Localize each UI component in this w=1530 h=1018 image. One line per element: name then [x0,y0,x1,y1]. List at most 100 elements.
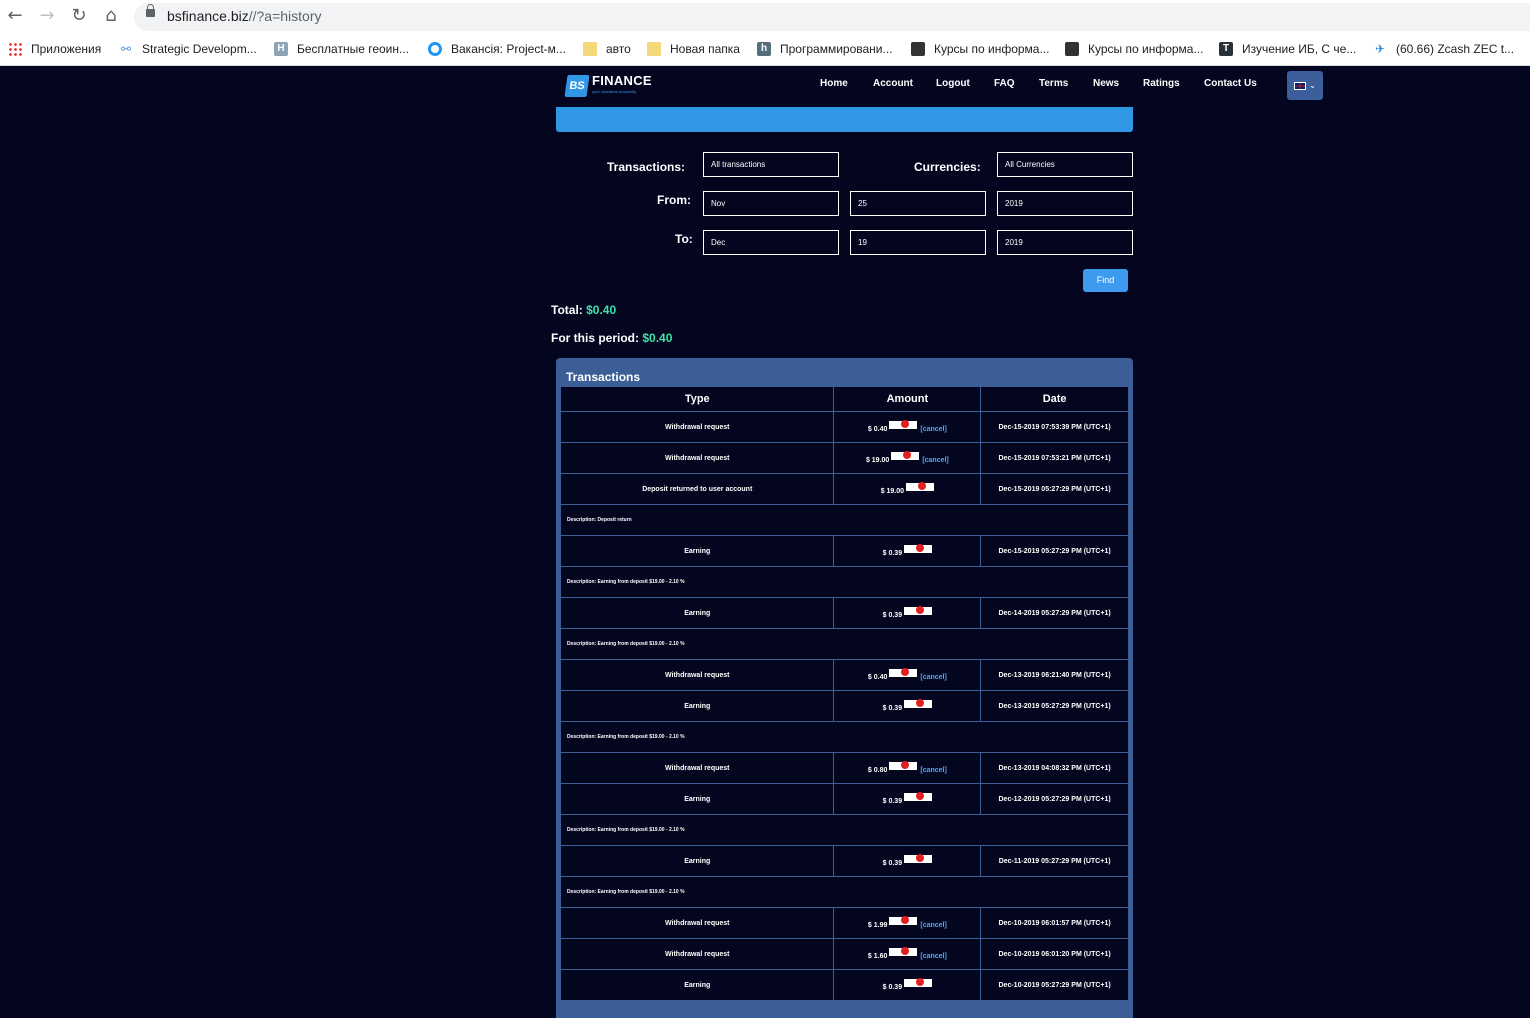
transaction-amount-cell: $ 0.39 [833,535,982,567]
transaction-type: Withdrawal request [559,659,835,691]
currencies-select[interactable]: All Currencies [997,152,1133,177]
description-row: Description: Earning from deposit $19.00… [560,876,1129,908]
table-row: Earning $ 0.39 Dec-10-2019 05:27:29 PM (UT… [559,969,1129,1001]
transaction-date: Dec-10-2019 06:01:57 PM (UTC+1) [980,907,1129,939]
nav-home[interactable]: Home [820,78,848,89]
perfect-money-icon [904,699,933,708]
column-header-amount: Amount [833,386,982,412]
reload-icon[interactable]: ↻ [68,5,90,27]
bookmark-apps[interactable]: Приложения [8,41,101,57]
cancel-link[interactable]: [cancel] [922,457,948,464]
cancel-link[interactable]: [cancel] [920,922,946,929]
perfect-money-icon [904,854,933,863]
to-year-select[interactable]: 2019 [997,230,1133,255]
bookmarks-bar: Приложения ⚯ Strategic Developm... H Беспл… [0,34,1530,66]
transaction-amount: $ 0.39 [882,984,903,991]
cancel-link[interactable]: [cancel] [920,674,946,681]
from-year-select[interactable]: 2019 [997,191,1133,216]
bookmark-new-folder[interactable]: Новая папка [647,41,740,57]
cancel-link[interactable]: [cancel] [920,767,946,774]
nav-terms[interactable]: Terms [1039,78,1068,89]
site-logo[interactable]: BS FINANCE your cloudless prosperity [564,74,652,97]
total-summary: Total: $0.40 [551,303,617,317]
transaction-type: Earning [559,690,835,722]
t-site-icon: T [1219,42,1233,56]
table-row: Withdrawal request $ 1.99 [cancel] Dec-10-2… [559,907,1129,939]
nav-account[interactable]: Account [873,78,913,89]
cancel-link[interactable]: [cancel] [920,426,946,433]
lock-icon[interactable] [146,4,155,17]
transaction-date: Dec-14-2019 05:27:29 PM (UTC+1) [980,597,1129,629]
transaction-amount: $ 0.39 [882,860,903,867]
perfect-money-icon [906,482,935,491]
cancel-link[interactable]: [cancel] [920,953,946,960]
transaction-amount-cell: $ 0.40 [cancel] [833,411,982,443]
bookmark-vacancy[interactable]: Вакансія: Project-м... [428,41,566,57]
transaction-amount: $ 0.40 [867,426,888,433]
to-day-select[interactable]: 19 [850,230,986,255]
description-text: Description: Deposit return [560,504,1129,536]
description-row: Description: Earning from deposit $19.00… [560,628,1129,660]
table-row: Earning $ 0.39 Dec-15-2019 05:27:29 PM (UT… [559,535,1129,567]
transaction-amount-cell: $ 0.39 [833,845,982,877]
bookmark-courses-2[interactable]: Курсы по информа... [1065,41,1203,57]
bookmark-ib[interactable]: T Изучение ИБ, С че... [1219,41,1356,57]
find-button[interactable]: Find [1083,269,1128,292]
transaction-amount-cell: $ 0.39 [833,690,982,722]
from-label: From: [657,193,691,207]
table-row: Withdrawal request $ 0.40 [cancel] Dec-15-2… [559,411,1129,443]
forward-arrow-icon[interactable]: → [36,5,58,27]
table-row: Withdrawal request $ 1.60 [cancel] Dec-10-2… [559,938,1129,970]
from-day-select[interactable]: 25 [850,191,986,216]
h-site-icon: h [757,42,771,56]
transaction-amount-cell: $ 19.00 [833,473,982,505]
bookmark-courses-1[interactable]: Курсы по информа... [911,41,1049,57]
transaction-type: Withdrawal request [559,938,835,970]
transaction-type: Earning [559,535,835,567]
chevron-down-icon: ⌄ [1309,81,1316,90]
bookmark-auto[interactable]: авто [583,41,631,57]
from-month-select[interactable]: Nov [703,191,839,216]
nav-faq[interactable]: FAQ [994,78,1015,89]
logo-mark: BS [564,75,590,97]
h-site-icon: H [274,42,288,56]
bookmark-zcash[interactable]: ✈ (60.66) Zcash ZEC t... [1373,41,1514,57]
link-icon: ⚯ [120,42,132,56]
hacker-icon [1065,42,1079,56]
nav-logout[interactable]: Logout [936,78,970,89]
transaction-amount: $ 1.99 [867,922,888,929]
perfect-money-icon [904,544,933,553]
total-value: $0.40 [586,303,617,317]
transaction-amount: $ 0.40 [867,674,888,681]
perfect-money-icon [904,792,933,801]
bookmark-strategic[interactable]: ⚯ Strategic Developm... [119,41,257,57]
transaction-amount: $ 19.00 [865,457,890,464]
transaction-type: Withdrawal request [559,907,835,939]
bookmark-programming[interactable]: h Программировани... [757,41,893,57]
column-header-type: Type [559,386,835,412]
nav-contact-us[interactable]: Contact Us [1204,78,1257,89]
table-row: Withdrawal request $ 0.80 [cancel] Dec-13-2… [559,752,1129,784]
back-arrow-icon[interactable]: ← [4,5,26,27]
transaction-amount-cell: $ 1.60 [cancel] [833,938,982,970]
address-bar[interactable] [134,3,1530,31]
description-row: Description: Earning from deposit $19.00… [560,566,1129,598]
transactions-filter-label: Transactions: [607,160,686,174]
transactions-type-select[interactable]: All transactions [703,152,839,177]
table-row: Earning $ 0.39 Dec-11-2019 05:27:29 PM (UT… [559,845,1129,877]
transaction-type: Withdrawal request [559,752,835,784]
transaction-amount-cell: $ 1.99 [cancel] [833,907,982,939]
transaction-type: Earning [559,845,835,877]
transaction-date: Dec-10-2019 05:27:29 PM (UTC+1) [980,969,1129,1001]
to-month-select[interactable]: Dec [703,230,839,255]
home-icon[interactable]: ⌂ [100,5,122,27]
nav-ratings[interactable]: Ratings [1143,78,1180,89]
url-text[interactable]: bsfinance.biz//?a=history [167,8,321,24]
language-selector[interactable]: ⌄ [1287,71,1323,100]
transaction-amount: $ 0.39 [882,798,903,805]
currencies-filter-label: Currencies: [914,160,981,174]
bookmark-geoin[interactable]: H Бесплатные геоин... [274,41,409,57]
nav-news[interactable]: News [1093,78,1119,89]
site-header: BS FINANCE your cloudless prosperity Hom… [556,67,1336,107]
transaction-type: Withdrawal request [559,411,835,443]
